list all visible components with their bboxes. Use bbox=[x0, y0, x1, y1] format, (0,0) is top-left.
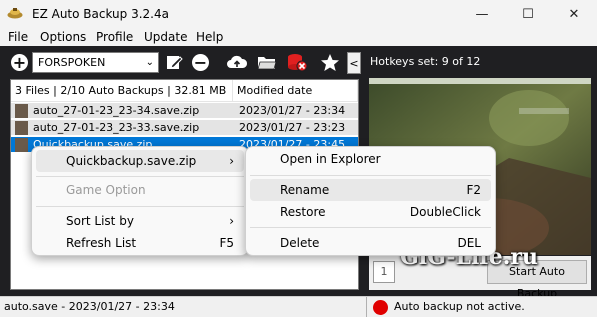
backup-date: 2023/01/27 - 23:23 bbox=[239, 121, 346, 134]
context-item-refresh-list[interactable]: Refresh List F5 bbox=[36, 232, 244, 254]
submenu-item-delete[interactable]: Delete DEL bbox=[250, 232, 491, 254]
list-item[interactable]: auto_27-01-23_23-33.save.zip 2023/01/27 … bbox=[11, 120, 358, 136]
submenu-item-label: Restore bbox=[280, 205, 326, 219]
menu-bar: File Options Profile Update Help bbox=[0, 28, 597, 46]
status-indicator-icon bbox=[373, 300, 388, 315]
backup-name: auto_27-01-23_23-34.save.zip bbox=[33, 104, 200, 117]
shortcut-label: F5 bbox=[219, 236, 234, 250]
close-icon: ✕ bbox=[568, 6, 580, 22]
submenu-item-label: Rename bbox=[280, 183, 330, 197]
backup-date: 2023/01/27 - 23:34 bbox=[239, 104, 346, 117]
remove-profile-icon[interactable]: − bbox=[192, 54, 209, 71]
shortcut-label: DEL bbox=[457, 236, 481, 250]
cloud-upload-icon[interactable] bbox=[226, 54, 248, 71]
maximize-button[interactable]: ☐ bbox=[505, 0, 551, 28]
collapse-panel-button[interactable]: < bbox=[347, 52, 361, 74]
backup-count-field[interactable]: 1 bbox=[373, 261, 395, 283]
column-header-date[interactable]: Modified date bbox=[233, 80, 358, 102]
profile-select[interactable]: FORSPOKEN ⌄ bbox=[32, 52, 159, 73]
window-title: EZ Auto Backup 3.2.4a bbox=[32, 7, 169, 21]
submenu-item-rename[interactable]: Rename F2 bbox=[250, 179, 491, 201]
shortcut-label: DoubleClick bbox=[409, 205, 481, 219]
context-menu: Quickbackup.save.zip › Game Option Sort … bbox=[31, 146, 249, 256]
menu-update[interactable]: Update bbox=[144, 29, 187, 45]
menu-divider bbox=[250, 175, 491, 176]
close-button[interactable]: ✕ bbox=[551, 0, 597, 28]
backup-thumbnail bbox=[15, 104, 28, 118]
submenu: Open in Explorer Rename F2 Restore Doubl… bbox=[245, 146, 496, 256]
chevron-right-icon: › bbox=[229, 154, 234, 168]
list-item[interactable]: auto_27-01-23_23-34.save.zip 2023/01/27 … bbox=[11, 103, 358, 119]
status-auto-backup: Auto backup not active. bbox=[394, 300, 525, 313]
context-item-label: Refresh List bbox=[66, 236, 137, 250]
context-item-game-option[interactable]: Game Option bbox=[36, 179, 244, 201]
submenu-item-label: Open in Explorer bbox=[280, 152, 381, 166]
menu-divider bbox=[36, 206, 244, 207]
chevron-down-icon: ⌄ bbox=[145, 57, 154, 68]
submenu-item-restore[interactable]: Restore DoubleClick bbox=[250, 201, 491, 223]
maximize-icon: ☐ bbox=[522, 6, 534, 22]
menu-profile[interactable]: Profile bbox=[96, 29, 133, 45]
status-current-save: auto.save - 2023/01/27 - 23:34 bbox=[4, 300, 175, 313]
backup-thumbnail bbox=[15, 121, 28, 135]
minimize-button[interactable]: — bbox=[459, 0, 505, 28]
shortcut-label: F2 bbox=[466, 183, 481, 197]
column-header-files[interactable]: 3 Files | 2/10 Auto Backups | 32.81 MB bbox=[11, 80, 233, 102]
status-bar: auto.save - 2023/01/27 - 23:34 Auto back… bbox=[0, 296, 597, 317]
menu-options[interactable]: Options bbox=[40, 29, 86, 45]
context-item-label: Sort List by bbox=[66, 214, 134, 228]
delete-backups-icon[interactable] bbox=[286, 53, 308, 72]
status-divider bbox=[366, 297, 367, 317]
menu-divider bbox=[36, 176, 244, 177]
profile-select-value: FORSPOKEN bbox=[38, 56, 106, 69]
menu-divider bbox=[250, 227, 491, 228]
submenu-item-label: Delete bbox=[280, 236, 320, 250]
menu-file[interactable]: File bbox=[8, 29, 28, 45]
context-item-label: Quickbackup.save.zip bbox=[66, 154, 197, 168]
minimize-icon: — bbox=[475, 6, 489, 22]
context-item-sort-list[interactable]: Sort List by › bbox=[36, 210, 244, 232]
edit-profile-icon[interactable] bbox=[166, 54, 183, 71]
app-icon bbox=[7, 8, 23, 19]
context-item-label: Game Option bbox=[66, 183, 146, 197]
open-folder-icon[interactable] bbox=[257, 55, 277, 71]
context-item-quickbackup[interactable]: Quickbackup.save.zip › bbox=[36, 150, 244, 172]
backup-name: auto_27-01-23_23-33.save.zip bbox=[33, 121, 200, 134]
chevron-right-icon: › bbox=[229, 214, 234, 228]
hotkeys-status: Hotkeys set: 9 of 12 bbox=[370, 55, 481, 68]
title-bar: EZ Auto Backup 3.2.4a — ☐ ✕ bbox=[0, 0, 597, 28]
submenu-item-open-explorer[interactable]: Open in Explorer bbox=[250, 148, 491, 170]
backup-thumbnail bbox=[15, 138, 28, 152]
add-profile-icon[interactable]: + bbox=[11, 54, 28, 71]
menu-help[interactable]: Help bbox=[196, 29, 223, 45]
favorite-star-icon[interactable] bbox=[320, 53, 340, 72]
